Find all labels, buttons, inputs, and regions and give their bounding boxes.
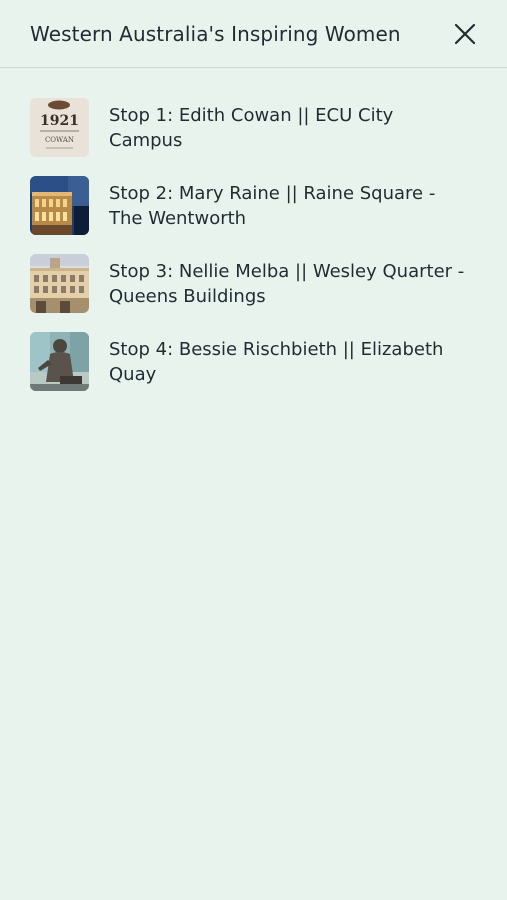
wentworth-building-image	[30, 176, 89, 235]
header-bar: Western Australia's Inspiring Women	[0, 0, 507, 68]
close-button[interactable]	[448, 17, 482, 51]
list-item-stop-1[interactable]: 1921 COWAN Stop 1: Edith Cowan || ECU Ci…	[0, 96, 507, 174]
queens-buildings-image	[30, 254, 89, 313]
stop-thumbnail	[30, 332, 89, 391]
list-item-stop-4[interactable]: Stop 4: Bessie Rischbieth || Elizabeth Q…	[0, 330, 507, 408]
stop-label: Stop 1: Edith Cowan || ECU City Campus	[109, 105, 394, 151]
stop-label: Stop 2: Mary Raine || Raine Square - The…	[109, 183, 436, 229]
tour-stops-screen: Western Australia's Inspiring Women 1921…	[0, 0, 507, 900]
statue-image	[30, 332, 89, 391]
list-item-stop-2[interactable]: Stop 2: Mary Raine || Raine Square - The…	[0, 174, 507, 252]
stop-label: Stop 3: Nellie Melba || Wesley Quarter -…	[109, 261, 465, 307]
stop-thumbnail	[30, 176, 89, 235]
stop-label: Stop 4: Bessie Rischbieth || Elizabeth Q…	[109, 339, 444, 385]
plaque-image: 1921 COWAN	[30, 98, 89, 157]
page-title: Western Australia's Inspiring Women	[30, 22, 401, 46]
stop-thumbnail	[30, 254, 89, 313]
list-item-stop-3[interactable]: Stop 3: Nellie Melba || Wesley Quarter -…	[0, 252, 507, 330]
plaque-name-text: COWAN	[45, 136, 74, 144]
plaque-year-text: 1921	[40, 113, 79, 129]
stop-list: 1921 COWAN Stop 1: Edith Cowan || ECU Ci…	[0, 96, 507, 408]
stop-thumbnail: 1921 COWAN	[30, 98, 89, 157]
close-icon	[454, 23, 476, 45]
